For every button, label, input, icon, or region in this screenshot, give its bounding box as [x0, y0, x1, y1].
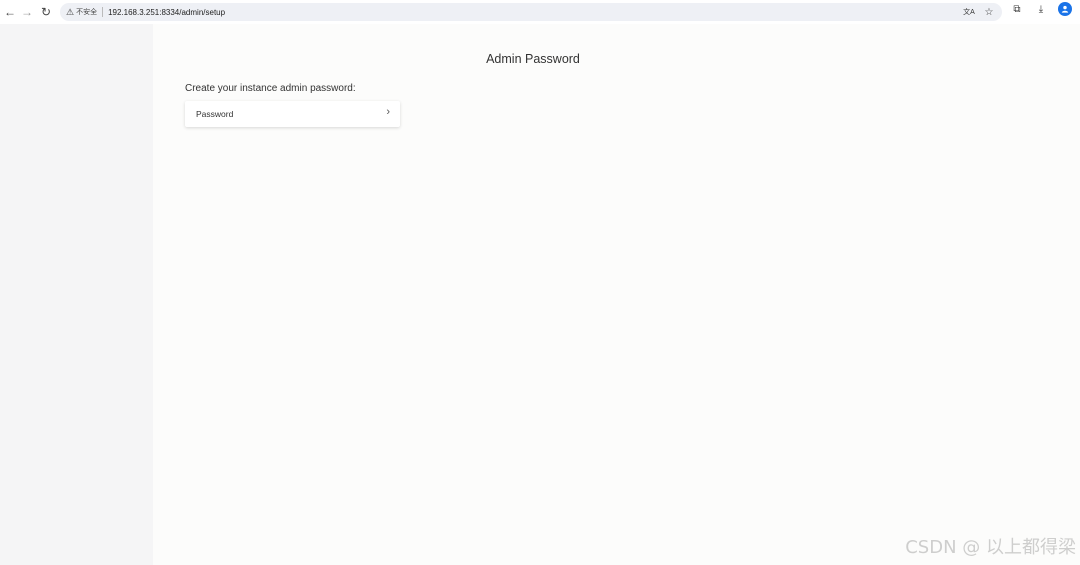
star-icon[interactable]: ☆ — [982, 5, 996, 19]
security-label[interactable]: 不安全 — [76, 7, 97, 17]
forward-arrow-icon[interactable]: → — [17, 2, 37, 22]
password-prompt: Create your instance admin password: — [185, 83, 356, 94]
warning-icon[interactable]: ⚠ — [66, 7, 74, 18]
person-icon — [1061, 5, 1069, 13]
profile-icon[interactable] — [1058, 2, 1072, 16]
chevron-right-icon: › — [386, 106, 390, 118]
address-bar-actions: 文A ☆ — [962, 5, 996, 19]
watermark: CSDN @ 以上都得梁 — [905, 537, 1076, 558]
address-divider — [102, 7, 104, 17]
browser-toolbar: ← → ↻ ⚠ 不安全 192.168.3.251:8334/admin/set… — [0, 0, 1080, 24]
browser-actions: ⧉ ⤓ — [1010, 2, 1072, 16]
address-bar[interactable]: ⚠ 不安全 192.168.3.251:8334/admin/setup 文A … — [60, 3, 1002, 21]
page-title: Admin Password — [486, 52, 580, 66]
download-icon[interactable]: ⤓ — [1034, 2, 1048, 16]
reload-icon[interactable]: ↻ — [36, 2, 56, 22]
translate-icon[interactable]: 文A — [962, 5, 976, 19]
sidebar — [0, 24, 153, 565]
url-text[interactable]: 192.168.3.251:8334/admin/setup — [108, 8, 225, 17]
main-content: Admin Password Create your instance admi… — [153, 24, 1080, 565]
password-setup-button[interactable]: Password › — [185, 101, 400, 127]
extensions-icon[interactable]: ⧉ — [1010, 2, 1024, 16]
password-label: Password — [196, 109, 234, 119]
